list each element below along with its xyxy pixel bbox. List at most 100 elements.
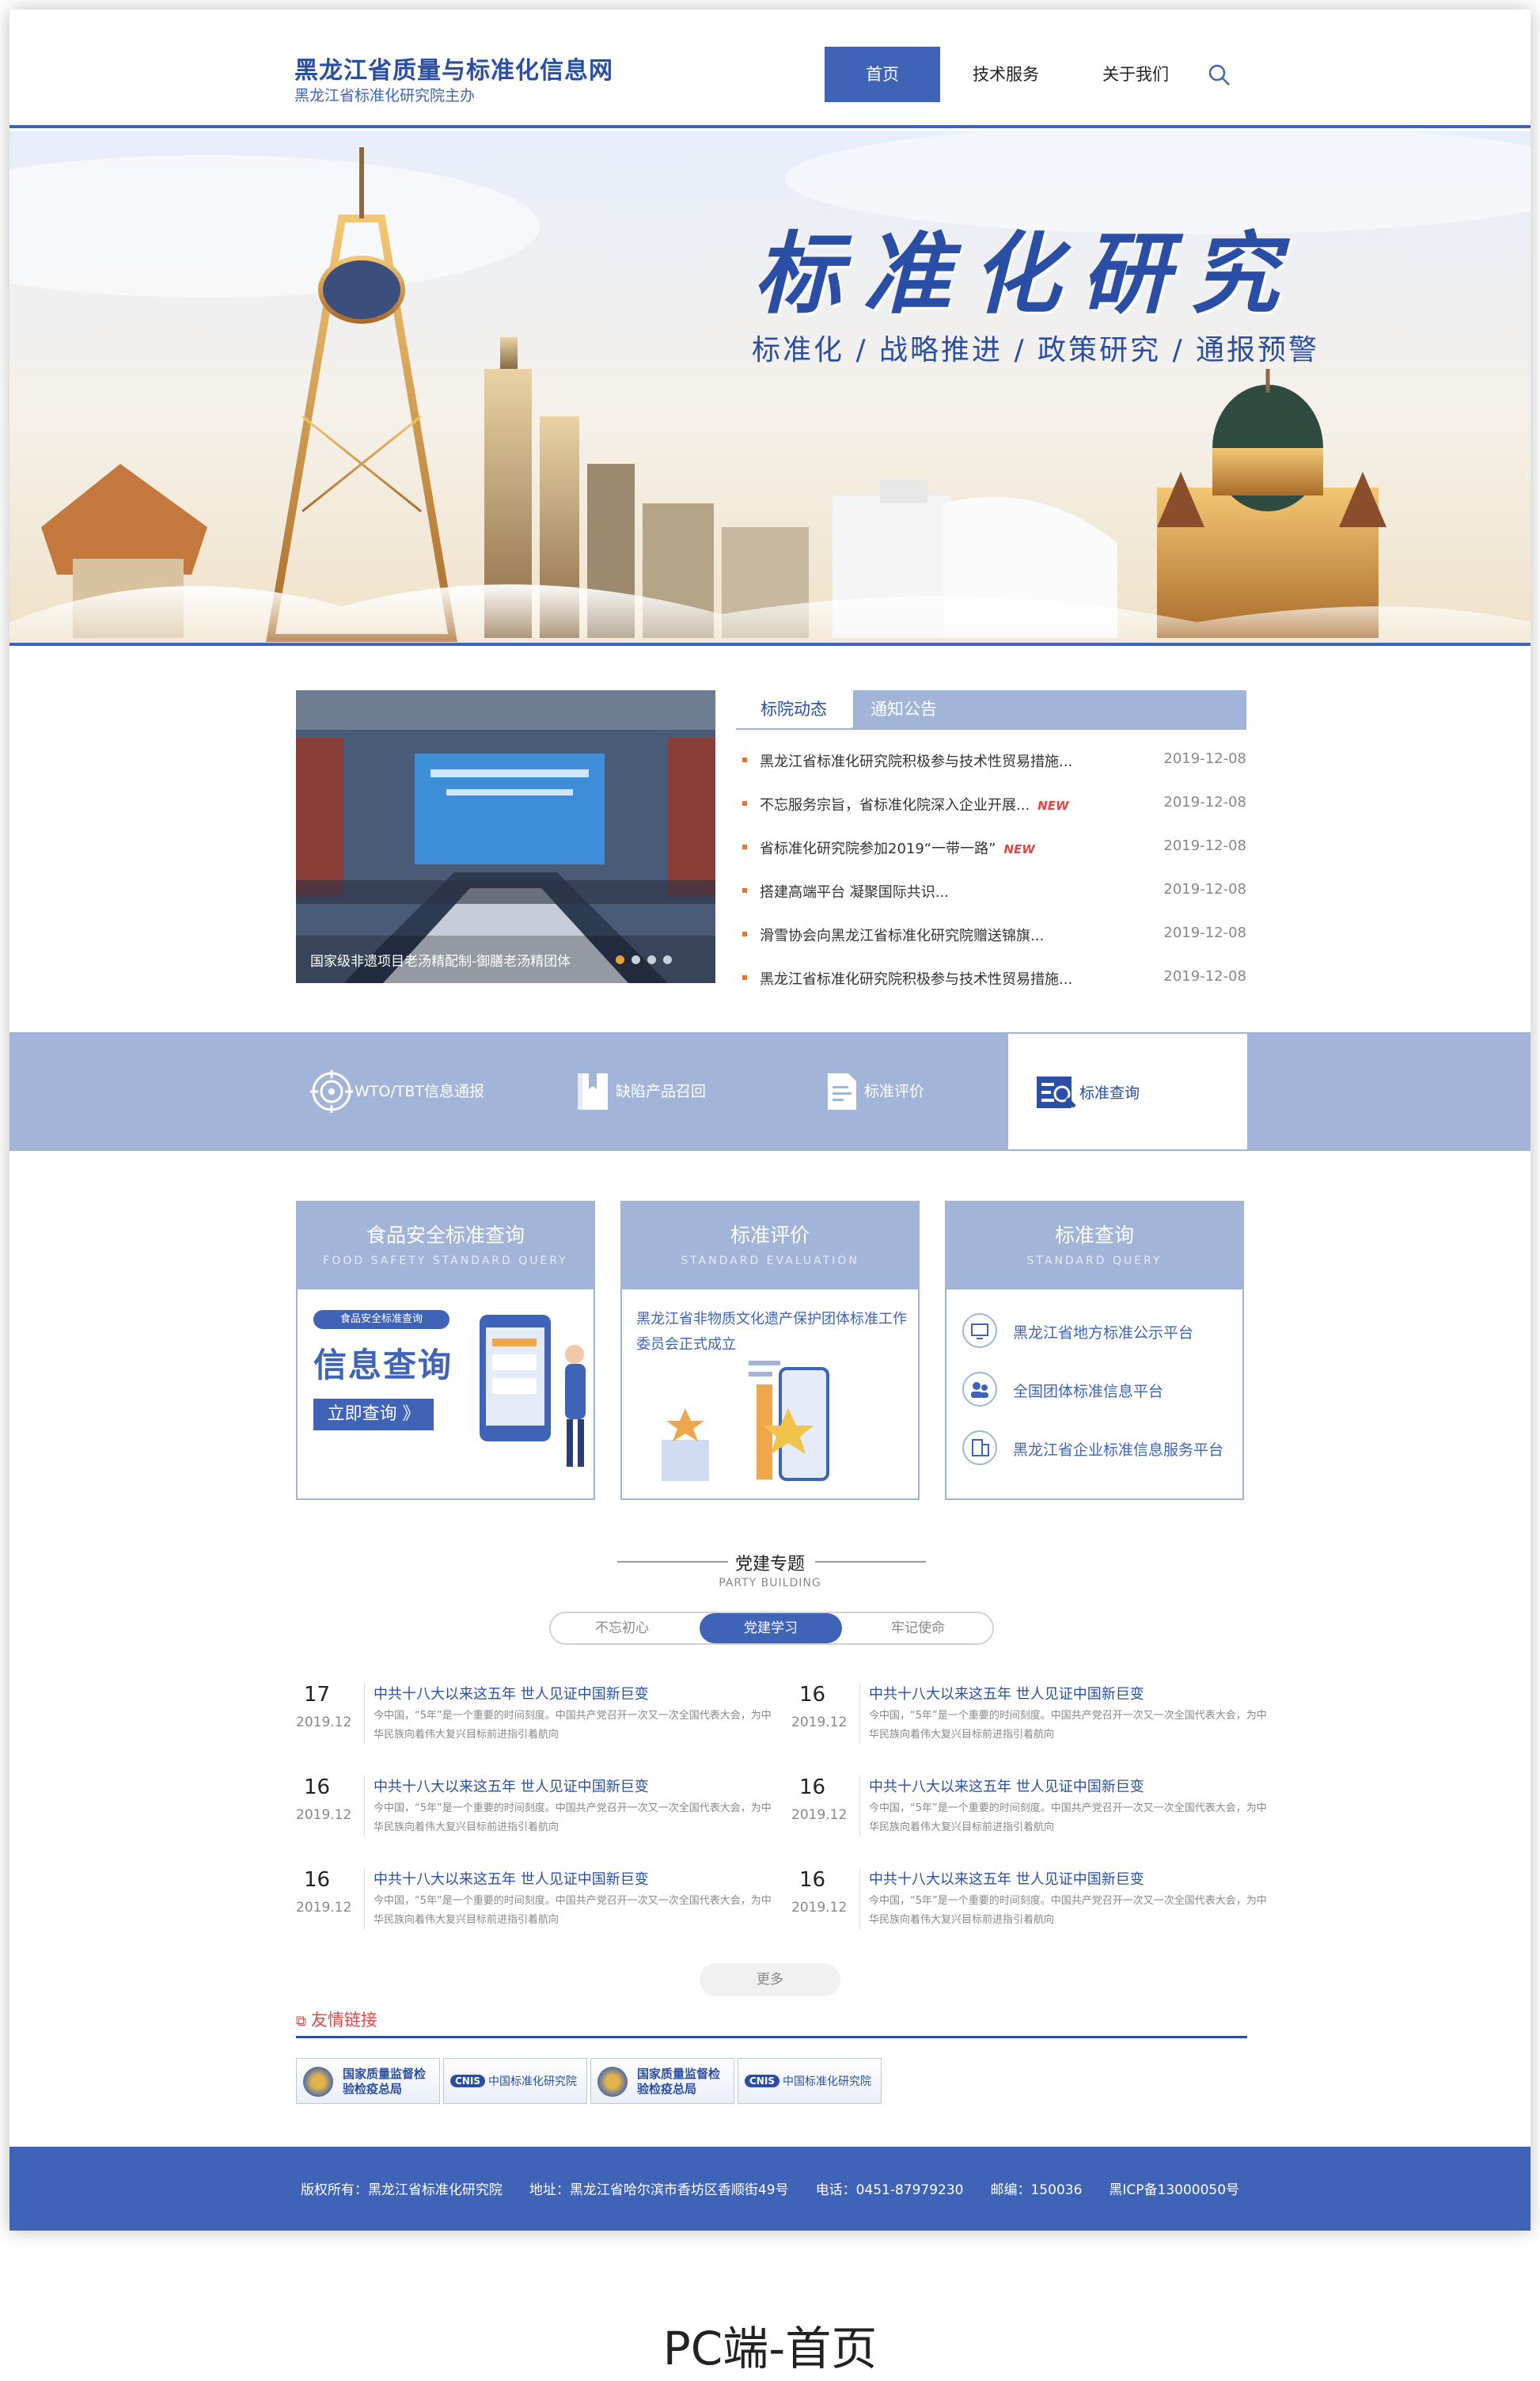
page-frame: 黑龙江省质量与标准化信息网 黑龙江省标准化研究院主办 首页 技术服务 关于我们 (9, 9, 1531, 2231)
party-article[interactable]: 16 2019.12 中共十八大以来这五年 世人见证中国新巨变 今中国，“5年”是一个… (791, 1775, 1267, 1847)
news-item[interactable]: 搭建高端平台 凝聚国际共识... 2019-12-08 (736, 876, 1246, 908)
building-document-icon (962, 1430, 997, 1465)
card-subtitle: STANDARD EVALUATION (681, 1255, 859, 1267)
service-standard-evaluation[interactable]: 标准评价 (793, 1032, 1030, 1151)
article-title: 中共十八大以来这五年 世人见证中国新巨变 (374, 1871, 649, 1888)
more-button[interactable]: 更多 (700, 1963, 840, 1996)
conference-photo (296, 690, 715, 983)
banner-title: 标准化研究 (753, 222, 1299, 326)
platform-link-local-standards[interactable]: 黑龙江省地方标准公示平台 (962, 1313, 1231, 1353)
monitor-icon (962, 1313, 997, 1348)
partner-logo-link[interactable]: CNIS 中国标准化研究院 (738, 2058, 882, 2104)
party-article[interactable]: 17 2019.12 中共十八大以来这五年 世人见证中国新巨变 今中国，“5年”是一个… (296, 1683, 772, 1754)
tab-original-aspiration[interactable]: 不忘初心 (551, 1613, 693, 1643)
card-header: 标准评价 STANDARD EVALUATION (622, 1202, 918, 1289)
nav-about-us[interactable]: 关于我们 (1078, 47, 1193, 102)
standard-evaluation-card[interactable]: 标准评价 STANDARD EVALUATION 黑龙江省非物质文化遗产保护团体… (620, 1201, 920, 1500)
query-now-button[interactable]: 立即查询 》 (313, 1399, 434, 1430)
article-divider (364, 1775, 365, 1837)
news-title: 滑雪协会向黑龙江省标准化研究院赠送锦旗... (760, 928, 1045, 944)
partner-logo-link[interactable]: 国家质量监督检验检疫总局 (296, 2058, 440, 2104)
platform-link-enterprise-standards[interactable]: 黑龙江省企业标准信息服务平台 (962, 1430, 1231, 1470)
party-article[interactable]: 16 2019.12 中共十八大以来这五年 世人见证中国新巨变 今中国，“5年”是一个… (791, 1683, 1267, 1754)
article-divider (364, 1868, 365, 1930)
news-title: 黑龙江省标准化研究院积极参与技术性贸易措施... (760, 971, 1073, 988)
partner-logo-link[interactable]: 国家质量监督检验检疫总局 (590, 2058, 734, 2104)
party-building-title: 党建专题 (734, 1555, 805, 1574)
bookmark-book-icon (578, 1073, 608, 1110)
article-divider (859, 1868, 860, 1930)
article-month: 2019.12 (296, 1900, 352, 1916)
article-month: 2019.12 (791, 1807, 848, 1823)
news-date: 2019-12-08 (1163, 750, 1246, 767)
article-title: 中共十八大以来这五年 世人见证中国新巨变 (869, 1686, 1144, 1703)
search-icon[interactable] (1206, 62, 1233, 89)
tab-announcements[interactable]: 通知公告 (853, 690, 1246, 728)
news-carousel[interactable]: 国家级非遗项目老汤精配制-御膳老汤精团体 (296, 690, 715, 983)
party-article[interactable]: 16 2019.12 中共十八大以来这五年 世人见证中国新巨变 今中国，“5年”是一个… (296, 1868, 772, 1939)
partner-logo-link[interactable]: CNIS 中国标准化研究院 (443, 2058, 587, 2104)
logo-text: 中国标准化研究院 (488, 2075, 577, 2088)
service-label: 标准评价 (864, 1083, 925, 1100)
news-date: 2019-12-08 (1163, 881, 1246, 898)
service-label: 标准查询 (1079, 1084, 1140, 1102)
bullet-icon (742, 932, 747, 936)
news-item[interactable]: 黑龙江省标准化研究院积极参与技术性贸易措施... 2019-12-08 (736, 963, 1246, 995)
news-item[interactable]: 滑雪协会向黑龙江省标准化研究院赠送锦旗... 2019-12-08 (736, 920, 1246, 951)
target-icon (310, 1070, 353, 1113)
party-article[interactable]: 16 2019.12 中共十八大以来这五年 世人见证中国新巨变 今中国，“5年”是一个… (296, 1775, 772, 1847)
carousel-dot[interactable] (647, 955, 656, 964)
article-day: 16 (304, 1868, 331, 1892)
tab-institute-news[interactable]: 标院动态 (736, 690, 852, 728)
carousel-dot[interactable] (663, 955, 672, 964)
nav-technical-services[interactable]: 技术服务 (948, 47, 1064, 102)
service-defect-recall[interactable]: 缺陷产品召回 (544, 1032, 782, 1151)
card-subtitle: STANDARD QUERY (1026, 1255, 1163, 1267)
news-title: 黑龙江省标准化研究院积极参与技术性贸易措施... (760, 754, 1073, 770)
article-month: 2019.12 (296, 1715, 352, 1730)
article-day: 16 (799, 1775, 826, 1799)
party-article[interactable]: 16 2019.12 中共十八大以来这五年 世人见证中国新巨变 今中国，“5年”是一个… (791, 1868, 1267, 1939)
news-title: 搭建高端平台 凝聚国际共识... (760, 884, 949, 901)
evaluation-news-text[interactable]: 黑龙江省非物质文化遗产保护团体标准工作委员会正式成立 (636, 1307, 913, 1358)
card-title: 标准查询 (1054, 1224, 1134, 1247)
news-title: 省标准化研究院参加2019“一带一路” NEW (760, 841, 1035, 857)
banner-subtitle: 标准化 / 战略推进 / 政策研究 / 通报预警 (752, 334, 1320, 366)
news-item[interactable]: 不忘服务宗旨，省标准化院深入企业开展... NEW 2019-12-08 (736, 789, 1246, 821)
new-badge: NEW (1037, 799, 1069, 813)
article-month: 2019.12 (791, 1900, 848, 1916)
news-date: 2019-12-08 (1163, 837, 1246, 854)
news-item[interactable]: 黑龙江省标准化研究院积极参与技术性贸易措施... 2019-12-08 (736, 746, 1246, 777)
article-month: 2019.12 (791, 1715, 848, 1730)
card-title: 标准评价 (730, 1224, 810, 1247)
site-footer: 版权所有：黑龙江省标准化研究院 地址：黑龙江省哈尔滨市香坊区香顺街49号 电话：… (9, 2147, 1531, 2231)
news-item[interactable]: 省标准化研究院参加2019“一带一路” NEW 2019-12-08 (736, 833, 1246, 864)
service-standard-query[interactable]: 标准查询 (1008, 1034, 1247, 1149)
phone-person-illustration (480, 1315, 586, 1467)
nav-home[interactable]: 首页 (825, 47, 940, 102)
carousel-dot[interactable] (632, 955, 640, 964)
tab-remember-mission[interactable]: 牢记使命 (847, 1613, 989, 1643)
footer-info: 版权所有：黑龙江省标准化研究院 地址：黑龙江省哈尔滨市香坊区香顺街49号 电话：… (300, 2182, 1240, 2198)
site-subtitle: 黑龙江省标准化研究院主办 (294, 87, 476, 104)
service-wto-tbt[interactable]: WTO/TBT信息通报 (283, 1032, 521, 1151)
links-divider (296, 2036, 1247, 2038)
article-title: 中共十八大以来这五年 世人见证中国新巨变 (374, 1779, 649, 1795)
news-date: 2019-12-08 (1163, 925, 1246, 941)
news-date: 2019-12-08 (1163, 968, 1246, 985)
news-title: 不忘服务宗旨，省标准化院深入企业开展... NEW (760, 797, 1069, 814)
card-title: 食品安全标准查询 (366, 1224, 525, 1247)
site-title[interactable]: 黑龙江省质量与标准化信息网 (294, 51, 613, 85)
food-safety-query-card[interactable]: 食品安全标准查询 FOOD SAFETY STANDARD QUERY 食品安全… (296, 1201, 595, 1500)
document-search-icon (1037, 1077, 1076, 1108)
article-divider (859, 1775, 860, 1837)
article-summary: 今中国，“5年”是一个重要的时间刻度。中国共产党召开一次又一次全国代表大会，为中… (869, 1710, 1267, 1741)
news-date: 2019-12-08 (1163, 794, 1246, 811)
article-title: 中共十八大以来这五年 世人见证中国新巨变 (869, 1779, 1144, 1795)
carousel-dot-active[interactable] (616, 955, 624, 964)
bullet-icon (742, 888, 747, 893)
article-summary: 今中国，“5年”是一个重要的时间刻度。中国共产党召开一次又一次全国代表大会，为中… (869, 1895, 1267, 1926)
tab-party-study[interactable]: 党建学习 (700, 1613, 842, 1643)
article-summary: 今中国，“5年”是一个重要的时间刻度。中国共产党召开一次又一次全国代表大会，为中… (374, 1710, 772, 1741)
platform-link-group-standards[interactable]: 全国团体标准信息平台 (962, 1372, 1231, 1411)
